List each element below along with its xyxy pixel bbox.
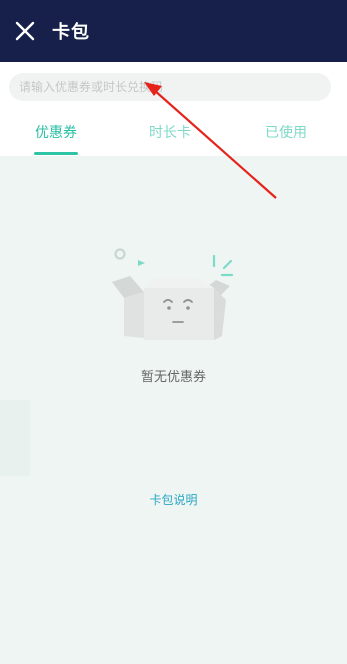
- card-wallet-help-link[interactable]: 卡包说明: [0, 491, 347, 508]
- app-header: 卡包: [0, 0, 347, 62]
- tab-used[interactable]: 已使用: [236, 122, 336, 142]
- tab-bar: 优惠券 时长卡 已使用: [0, 120, 347, 156]
- page-title: 卡包: [52, 22, 90, 43]
- tab-coupons[interactable]: 优惠券: [6, 122, 106, 142]
- active-tab-indicator: [34, 152, 78, 155]
- empty-box-icon: [112, 248, 234, 340]
- search-and-tabs-panel: 优惠券 时长卡 已使用: [0, 62, 347, 156]
- close-icon[interactable]: [14, 20, 36, 42]
- redeem-code-input[interactable]: [9, 73, 331, 101]
- tab-time-cards[interactable]: 时长卡: [120, 122, 220, 142]
- empty-state-message: 暂无优惠券: [140, 370, 206, 385]
- background-shade: [0, 400, 30, 476]
